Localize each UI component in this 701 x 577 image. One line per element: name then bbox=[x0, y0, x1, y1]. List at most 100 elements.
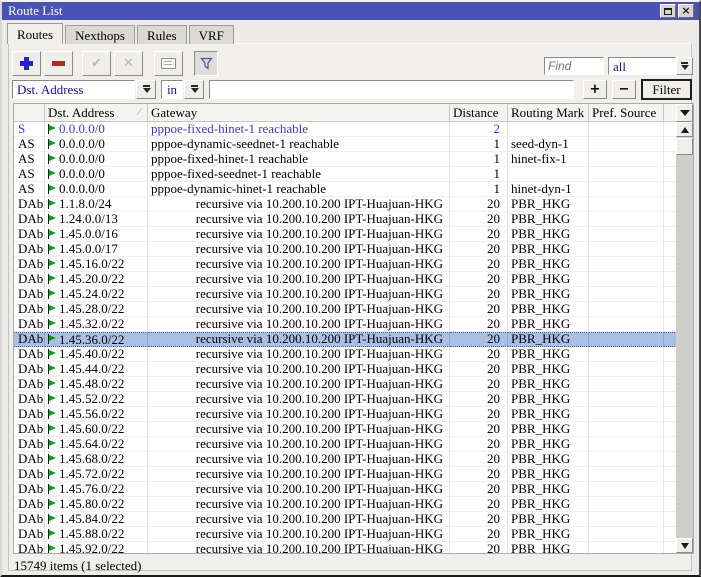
table-row[interactable]: DAb1.45.40.0/22recursive via 10.200.10.2… bbox=[14, 347, 677, 362]
table-row[interactable]: DAb1.45.48.0/22recursive via 10.200.10.2… bbox=[14, 377, 677, 392]
table-row[interactable]: DAb1.45.56.0/22recursive via 10.200.10.2… bbox=[14, 407, 677, 422]
column-header-flags[interactable] bbox=[14, 104, 45, 122]
table-row[interactable]: DAb1.45.16.0/22recursive via 10.200.10.2… bbox=[14, 257, 677, 272]
filter-operator-select[interactable]: in bbox=[161, 80, 183, 99]
table-row[interactable]: DAb1.45.60.0/22recursive via 10.200.10.2… bbox=[14, 422, 677, 437]
route-pref-source bbox=[589, 302, 664, 317]
table-row[interactable]: DAb1.45.92.0/22recursive via 10.200.10.2… bbox=[14, 542, 677, 553]
table-row[interactable]: DAb1.24.0.0/13recursive via 10.200.10.20… bbox=[14, 212, 677, 227]
route-gateway: recursive via 10.200.10.200 IPT-Huajuan-… bbox=[148, 287, 450, 302]
maximize-button[interactable] bbox=[660, 4, 676, 18]
route-routing-mark bbox=[508, 167, 589, 182]
route-gateway: recursive via 10.200.10.200 IPT-Huajuan-… bbox=[148, 422, 450, 437]
scroll-down-button[interactable] bbox=[676, 538, 693, 553]
filter-add-button[interactable]: + bbox=[583, 80, 607, 99]
table-row[interactable]: DAb1.45.84.0/22recursive via 10.200.10.2… bbox=[14, 512, 677, 527]
column-header-dst-address[interactable]: Dst. Address ∕ bbox=[45, 104, 148, 122]
chevron-down-icon bbox=[681, 62, 688, 71]
table-row[interactable]: DAb1.45.64.0/22recursive via 10.200.10.2… bbox=[14, 437, 677, 452]
filter-field-select[interactable]: Dst. Address bbox=[12, 80, 135, 99]
tab-vrf[interactable]: VRF bbox=[189, 25, 234, 44]
close-button[interactable]: × bbox=[678, 4, 694, 18]
table-row[interactable]: DAb1.45.76.0/22recursive via 10.200.10.2… bbox=[14, 482, 677, 497]
table-row[interactable]: DAb1.1.8.0/24recursive via 10.200.10.200… bbox=[14, 197, 677, 212]
column-header-pref-source[interactable]: Pref. Source bbox=[589, 104, 664, 122]
green-flag-icon bbox=[47, 469, 56, 480]
route-gateway: recursive via 10.200.10.200 IPT-Huajuan-… bbox=[148, 437, 450, 452]
table-row[interactable]: DAb1.45.68.0/22recursive via 10.200.10.2… bbox=[14, 452, 677, 467]
chevron-down-icon bbox=[680, 110, 690, 116]
filter-operator-dropdown-button[interactable] bbox=[184, 80, 204, 99]
table-row[interactable]: DAb1.45.20.0/22recursive via 10.200.10.2… bbox=[14, 272, 677, 287]
route-gateway: recursive via 10.200.10.200 IPT-Huajuan-… bbox=[148, 302, 450, 317]
green-flag-icon bbox=[47, 439, 56, 450]
table-row[interactable]: AS0.0.0.0/0pppoe-fixed-hinet-1 reachable… bbox=[14, 152, 677, 167]
route-flags: DAb bbox=[14, 347, 45, 362]
find-scope-dropdown-button[interactable] bbox=[676, 57, 693, 75]
column-header-distance[interactable]: Distance bbox=[450, 104, 508, 122]
table-row[interactable]: AS0.0.0.0/0pppoe-dynamic-hinet-1 reachab… bbox=[14, 182, 677, 197]
route-distance: 20 bbox=[450, 332, 508, 347]
tab-nexthops[interactable]: Nexthops bbox=[65, 25, 135, 44]
route-gateway: recursive via 10.200.10.200 IPT-Huajuan-… bbox=[148, 257, 450, 272]
route-distance: 2 bbox=[450, 122, 508, 137]
table-row[interactable]: DAb1.45.0.0/17recursive via 10.200.10.20… bbox=[14, 242, 677, 257]
route-pref-source bbox=[589, 467, 664, 482]
comment-button[interactable] bbox=[154, 51, 183, 76]
vertical-scrollbar[interactable] bbox=[676, 122, 693, 553]
table-row[interactable]: DAb1.45.72.0/22recursive via 10.200.10.2… bbox=[14, 467, 677, 482]
table-row[interactable]: DAb1.45.88.0/22recursive via 10.200.10.2… bbox=[14, 527, 677, 542]
filter-field-dropdown-button[interactable] bbox=[136, 80, 156, 99]
route-gateway: recursive via 10.200.10.200 IPT-Huajuan-… bbox=[148, 362, 450, 377]
table-row[interactable]: S0.0.0.0/0pppoe-fixed-hinet-1 reachable2 bbox=[14, 122, 677, 137]
filter-value-input[interactable] bbox=[209, 80, 574, 99]
disable-route-button[interactable]: ✕ bbox=[114, 51, 143, 76]
route-dst-address: 1.45.0.0/16 bbox=[45, 227, 148, 242]
route-routing-mark: PBR_HKG bbox=[508, 377, 589, 392]
route-pref-source bbox=[589, 197, 664, 212]
route-flags: S bbox=[14, 122, 45, 137]
table-row[interactable]: DAb1.45.80.0/22recursive via 10.200.10.2… bbox=[14, 497, 677, 512]
table-row[interactable]: DAb1.45.36.0/22recursive via 10.200.10.2… bbox=[14, 332, 677, 347]
green-flag-icon bbox=[47, 199, 56, 210]
route-dst-address: 1.45.36.0/22 bbox=[45, 332, 148, 347]
table-row[interactable]: DAb1.45.28.0/22recursive via 10.200.10.2… bbox=[14, 302, 677, 317]
table-row[interactable]: AS0.0.0.0/0pppoe-dynamic-seednet-1 reach… bbox=[14, 137, 677, 152]
filter-toggle-button[interactable] bbox=[194, 51, 218, 76]
find-scope-select[interactable]: all bbox=[608, 57, 676, 75]
table-row[interactable]: DAb1.45.44.0/22recursive via 10.200.10.2… bbox=[14, 362, 677, 377]
table-row[interactable]: DAb1.45.0.0/16recursive via 10.200.10.20… bbox=[14, 227, 677, 242]
filter-remove-button[interactable]: − bbox=[612, 80, 636, 99]
tab-vrf-label: VRF bbox=[199, 28, 224, 43]
remove-route-button[interactable] bbox=[44, 51, 73, 76]
route-distance: 20 bbox=[450, 272, 508, 287]
table-row[interactable]: AS0.0.0.0/0pppoe-fixed-seednet-1 reachab… bbox=[14, 167, 677, 182]
route-dst-address: 1.45.76.0/22 bbox=[45, 482, 148, 497]
scrollbar-thumb[interactable] bbox=[676, 138, 693, 155]
green-flag-icon bbox=[47, 349, 56, 360]
column-header-gateway[interactable]: Gateway bbox=[148, 104, 450, 122]
scroll-up-button[interactable] bbox=[676, 122, 693, 137]
route-gateway: recursive via 10.200.10.200 IPT-Huajuan-… bbox=[148, 197, 450, 212]
plus-icon bbox=[20, 57, 33, 70]
table-row[interactable]: DAb1.45.24.0/22recursive via 10.200.10.2… bbox=[14, 287, 677, 302]
filter-apply-button[interactable]: Filter bbox=[641, 79, 692, 100]
add-route-button[interactable] bbox=[12, 51, 41, 76]
route-flags: DAb bbox=[14, 407, 45, 422]
column-settings-button[interactable] bbox=[676, 104, 693, 122]
table-row[interactable]: DAb1.45.52.0/22recursive via 10.200.10.2… bbox=[14, 392, 677, 407]
route-distance: 20 bbox=[450, 497, 508, 512]
tab-routes[interactable]: Routes bbox=[7, 23, 63, 44]
route-flags: DAb bbox=[14, 467, 45, 482]
column-header-routing-mark[interactable]: Routing Mark bbox=[508, 104, 589, 122]
enable-route-button[interactable]: ✔ bbox=[82, 51, 111, 76]
route-routing-mark: PBR_HKG bbox=[508, 527, 589, 542]
route-flags: DAb bbox=[14, 242, 45, 257]
route-dst-address: 1.45.88.0/22 bbox=[45, 527, 148, 542]
tab-rules[interactable]: Rules bbox=[137, 25, 187, 44]
route-pref-source bbox=[589, 437, 664, 452]
table-row[interactable]: DAb1.45.32.0/22recursive via 10.200.10.2… bbox=[14, 317, 677, 332]
route-dst-address: 0.0.0.0/0 bbox=[45, 167, 148, 182]
route-dst-address: 1.45.44.0/22 bbox=[45, 362, 148, 377]
find-input[interactable] bbox=[544, 57, 604, 75]
